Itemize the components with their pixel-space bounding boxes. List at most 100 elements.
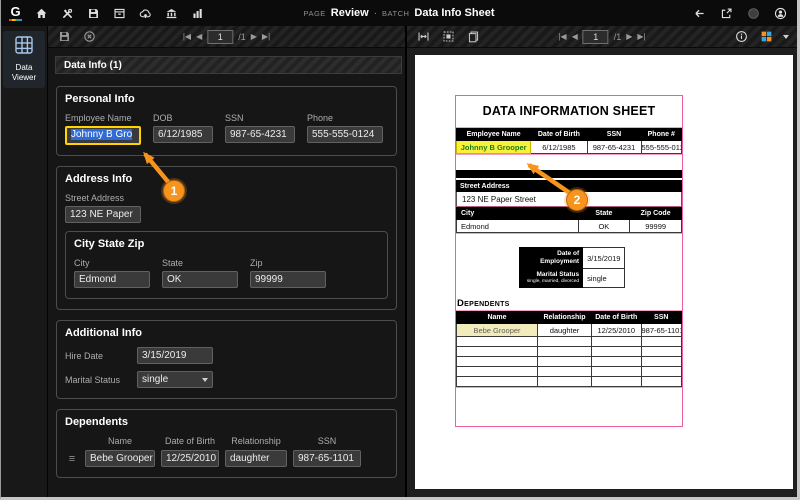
layout-color-icon[interactable] [758,28,775,45]
page-label: PAGE [303,9,325,18]
form-pager: |◀ ◀ /1 ▶ ▶| [183,27,270,47]
bank-icon[interactable] [163,5,180,22]
employee-name-input[interactable]: Johnny B Gro [65,126,141,145]
doc-empty-row [457,357,682,367]
person-icon[interactable] [772,5,789,22]
doc-street-address-value: 123 NE Paper Street [456,192,682,207]
doc-col-header: City [457,208,579,220]
doc-empty-row [457,337,682,347]
record-header: Data Info (1) [55,56,402,74]
doc-empty-row [457,377,682,387]
left-rail: Data Viewer [1,26,48,497]
highlighted-employee-name-cell[interactable]: Johnny B Grooper [457,141,531,154]
status-circle-icon[interactable] [745,5,762,22]
viewer-page-input[interactable] [583,30,609,44]
next-page-button[interactable]: ▶ [626,27,632,47]
record-header-title: Data Info (1) [64,60,122,71]
dob-input[interactable]: 6/12/1985 [153,126,213,143]
document-title: DATA INFORMATION SHEET [456,96,682,128]
city-input[interactable]: Edmond [74,271,150,288]
doc-cell: Edmond [457,220,579,233]
form-page-total: /1 [238,32,246,42]
fit-width-icon[interactable] [415,28,432,45]
doc-table-data-row: Johnny B Grooper 6/12/1985 987-65-4231 5… [457,141,682,154]
main-split: |◀ ◀ /1 ▶ ▶| Data Info (1) Personal Info [48,26,797,497]
dependent-dob-input[interactable]: 12/25/2010 [161,450,219,467]
prev-page-button[interactable]: ◀ [572,27,578,47]
app-window: G PAGE Review · BATCH Data Info Sheet [0,0,800,500]
batch-label: BATCH [382,9,409,18]
field-label: SSN [225,113,295,123]
dependent-relationship-input[interactable]: daughter [225,450,287,467]
database-icon[interactable] [111,5,128,22]
field-hire-date: Hire Date 3/15/2019 [65,347,388,364]
doc-table-data-row: Bebe Grooper daughter 12/25/2010 987-65-… [457,324,682,337]
first-page-button[interactable]: |◀ [183,27,191,47]
chevron-down-icon[interactable] [783,35,789,39]
field-marital-status: Marital Status single [65,371,388,388]
doc-value-cell: 3/15/2019 [583,248,625,269]
marquee-zoom-icon[interactable] [440,28,457,45]
field-label: Marital Status [65,375,137,385]
subsection-city-state-zip: City State Zip City Edmond State OK [65,231,388,299]
section-title: Address Info [65,173,388,185]
document-page: DATA INFORMATION SHEET Employee Name Dat… [415,55,793,489]
dependent-name-input[interactable]: Bebe Grooper [85,450,155,467]
drag-handle[interactable]: ≡ [65,453,79,465]
street-address-input[interactable]: 123 NE Paper [65,206,141,223]
form-page-input[interactable] [207,30,233,44]
field-label: DOB [153,113,213,123]
last-page-button[interactable]: ▶| [262,27,270,47]
viewer-toolbar: |◀ ◀ /1 ▶ ▶| [407,26,797,48]
doc-table-data-row: Edmond OK 99999 [457,220,682,233]
tools-icon[interactable] [59,5,76,22]
chart-icon[interactable] [189,5,206,22]
doc-dependents-table: Name Relationship Date of Birth SSN Bebe… [456,311,682,387]
save-record-icon[interactable] [56,28,73,45]
doc-col-header: Phone # [641,129,682,141]
next-page-button[interactable]: ▶ [251,27,257,47]
doc-street-address-header: Street Address [456,180,682,192]
breadcrumb: PAGE Review · BATCH Data Info Sheet [303,0,494,26]
doc-cell: 987-65-4231 [587,141,641,154]
first-page-button[interactable]: |◀ [558,27,566,47]
sidebar-item-label: Data Viewer [3,63,45,83]
logo-color-bar [9,19,22,22]
field-label: State [162,258,238,268]
hire-date-input[interactable]: 3/15/2019 [137,347,213,364]
marital-status-select[interactable]: single [137,371,213,388]
dependent-ssn-input[interactable]: 987-65-1101 [293,450,361,467]
doc-col-header: Zip Code [630,208,682,220]
field-label: Street Address [65,193,388,203]
zip-input[interactable]: 99999 [250,271,326,288]
doc-section-divider [456,170,682,178]
sidebar-item-data-viewer[interactable]: Data Viewer [3,31,45,88]
info-icon[interactable] [733,28,750,45]
doc-col-header: Relationship [538,312,592,324]
viewer-pager: |◀ ◀ /1 ▶ ▶| [558,27,645,47]
doc-col-header: SSN [587,129,641,141]
prev-page-button[interactable]: ◀ [196,27,202,47]
pages-icon[interactable] [465,28,482,45]
last-page-button[interactable]: ▶| [637,27,645,47]
phone-input[interactable]: 555-555-0124 [307,126,383,143]
cancel-circle-icon[interactable] [81,28,98,45]
field-street-address: Street Address 123 NE Paper [65,193,388,223]
field-employee-name: Employee Name Johnny B Gro [65,113,141,145]
home-icon[interactable] [33,5,50,22]
selected-option: single [142,372,168,387]
field-state: State OK [162,258,238,288]
back-arrow-icon[interactable] [691,5,708,22]
cloud-upload-icon[interactable] [137,5,154,22]
state-input[interactable]: OK [162,271,238,288]
highlighted-dependent-name-cell[interactable]: Bebe Grooper [457,324,538,337]
field-label: Hire Date [65,351,137,361]
export-icon[interactable] [718,5,735,22]
dependents-header-row: Name Date of Birth Relationship SSN [65,436,388,450]
doc-value-cell: single [583,269,625,288]
logo-letter: G [10,5,20,18]
save-icon[interactable] [85,5,102,22]
ssn-input[interactable]: 987-65-4231 [225,126,295,143]
doc-cell: 555-555-0124 [641,141,682,154]
form-toolbar: |◀ ◀ /1 ▶ ▶| [48,26,405,48]
